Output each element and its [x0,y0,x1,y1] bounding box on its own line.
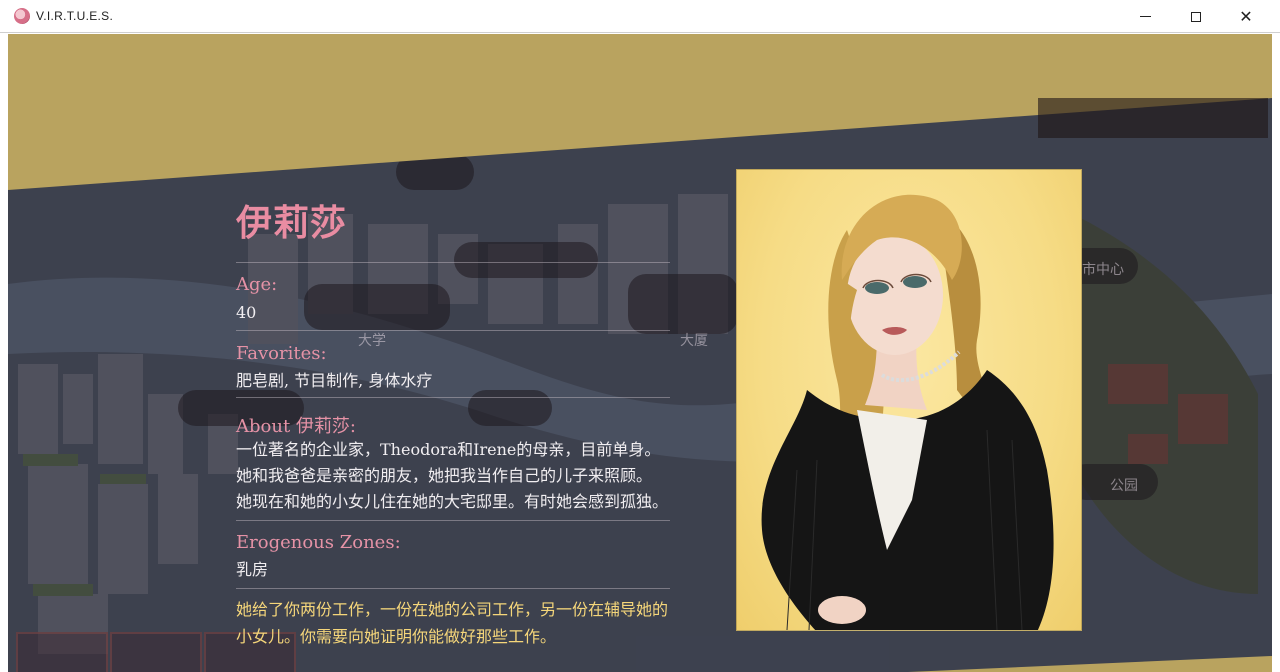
favorites-label: Favorites: [236,343,327,364]
age-value: 40 [236,303,257,322]
favorites-value: 肥皂剧, 节目制作, 身体水疗 [236,371,433,390]
map-location-misc-2 [454,242,598,278]
bottom-banner [908,656,1272,672]
divider [236,330,670,331]
map-label-university: 大学 [358,333,386,349]
erogenous-zones-value: 乳房 [236,560,269,579]
divider [236,397,670,398]
map-label-park: 公园 [1110,478,1138,494]
close-icon[interactable]: ✕ [1221,0,1271,33]
character-name: 伊莉莎 [236,202,348,244]
about-line-1: 一位著名的企业家，Theodora和Irene的母亲，目前单身。 [236,440,661,459]
map-location-university [304,284,450,330]
top-banner [8,34,1272,190]
minimize-icon[interactable] [1120,0,1170,33]
maximize-icon[interactable] [1171,0,1221,33]
map-location-misc-4 [468,390,552,426]
window-title: V.I.R.T.U.E.S. [36,9,114,23]
character-portrait-figure [761,194,1054,630]
quest-line-2: 小女儿。你需要向她证明你能做好那些工作。 [236,627,557,646]
window-titlebar: V.I.R.T.U.E.S. ✕ [0,0,1280,33]
about-line-3: 她现在和她的小女儿住在她的大宅邸里。有时她会感到孤独。 [236,492,669,511]
divider [236,520,670,521]
quest-line-1: 她给了你两份工作，一份在她的公司工作，另一份在辅导她的 [236,600,669,619]
divider [236,588,670,589]
map-label-downtown: 市中心 [1082,262,1124,278]
about-line-2: 她和我爸爸是亲密的朋友，她把我当作自己的儿子来照顾。 [236,466,653,485]
erogenous-zones-label: Erogenous Zones: [236,532,401,553]
map-location-building [628,274,738,334]
divider [236,262,670,263]
age-label: Age: [236,274,278,295]
map-label-tower: 大厦 [680,333,708,349]
about-label: About 伊莉莎: [236,416,356,437]
app-icon [14,8,30,24]
game-viewport: 大学 大厦 市中心 公园 伊莉莎 Age: 40 Favorites: 肥皂剧,… [8,34,1272,672]
character-portrait [736,169,1082,631]
